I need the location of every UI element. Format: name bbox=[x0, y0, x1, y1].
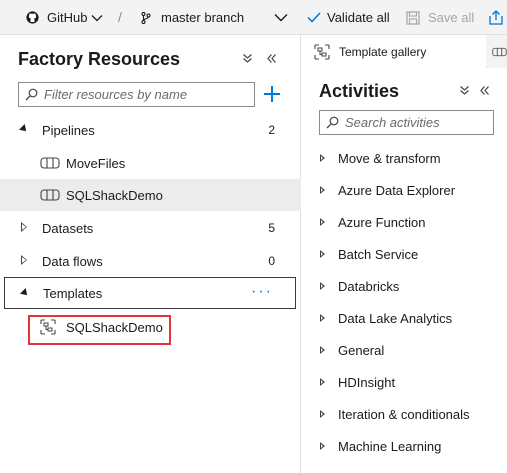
branch-dropdown[interactable] bbox=[274, 0, 288, 35]
tab-label: Template gallery bbox=[339, 44, 427, 59]
group-count: 0 bbox=[268, 254, 275, 268]
pipeline-label: MoveFiles bbox=[66, 155, 126, 171]
top-toolbar: GitHub / master branch Validate all Save… bbox=[0, 0, 507, 35]
caret-right-icon bbox=[320, 218, 325, 226]
toolbar-separator: / bbox=[118, 9, 122, 25]
caret-right-icon bbox=[21, 255, 28, 265]
double-chevron-down-icon[interactable] bbox=[459, 85, 470, 96]
pipeline-icon bbox=[40, 189, 60, 201]
activity-category-label: Azure Function bbox=[338, 214, 426, 230]
search-icon bbox=[326, 116, 339, 129]
caret-down-icon bbox=[19, 124, 29, 134]
caret-right-icon bbox=[320, 346, 325, 354]
activity-category[interactable]: Databricks bbox=[320, 276, 399, 296]
validate-all-label: Validate all bbox=[327, 10, 390, 25]
activity-category[interactable]: Azure Function bbox=[320, 212, 425, 232]
caret-right-icon bbox=[320, 186, 325, 194]
double-chevron-left-icon[interactable] bbox=[266, 53, 277, 64]
activity-category[interactable]: Batch Service bbox=[320, 244, 418, 264]
caret-right-icon bbox=[320, 378, 325, 386]
pipeline-label: SQLShackDemo bbox=[66, 187, 163, 203]
caret-right-icon bbox=[320, 250, 325, 258]
group-count: 2 bbox=[268, 123, 275, 137]
repo-label: GitHub bbox=[47, 10, 88, 25]
chevron-down-icon bbox=[274, 14, 288, 22]
caret-right-icon bbox=[320, 442, 325, 450]
activity-category[interactable]: HDInsight bbox=[320, 372, 395, 392]
template-gallery-icon bbox=[314, 43, 330, 60]
caret-right-icon bbox=[320, 314, 325, 322]
repo-dropdown[interactable]: GitHub bbox=[26, 0, 103, 35]
pipeline-item-sqlshackdemo[interactable]: SQLShackDemo bbox=[0, 179, 301, 211]
branch-label: master branch bbox=[161, 10, 245, 25]
activity-category-label: Data Lake Analytics bbox=[338, 310, 453, 326]
editor-tabs: Template gallery bbox=[302, 35, 507, 68]
activity-category[interactable]: Machine Learning bbox=[320, 436, 441, 456]
publish-button[interactable] bbox=[489, 0, 503, 35]
template-icon bbox=[40, 319, 56, 335]
activity-category-label: Move & transform bbox=[338, 150, 441, 166]
activity-category[interactable]: Azure Data Explorer bbox=[320, 180, 455, 200]
save-all-button[interactable]: Save all bbox=[406, 0, 474, 35]
caret-right-icon bbox=[320, 282, 325, 290]
caret-right-icon bbox=[21, 222, 28, 232]
activity-category-label: Iteration & conditionals bbox=[338, 406, 470, 422]
branch-label-item: master branch bbox=[141, 0, 244, 35]
pipeline-icon bbox=[40, 157, 60, 169]
branch-icon bbox=[141, 11, 151, 24]
activity-category[interactable]: Move & transform bbox=[320, 148, 441, 168]
save-all-label: Save all bbox=[428, 10, 475, 25]
checkmark-icon bbox=[307, 12, 321, 23]
group-templates[interactable]: Templates ··· bbox=[4, 277, 296, 309]
filter-resources-placeholder: Filter resources by name bbox=[44, 87, 188, 102]
search-activities-input[interactable]: Search activities bbox=[319, 110, 494, 135]
activity-category-label: HDInsight bbox=[338, 374, 396, 390]
tab-template-gallery[interactable]: Template gallery bbox=[302, 35, 486, 68]
activities-pane: Activities Search activities Move & tran… bbox=[302, 68, 507, 473]
factory-resources-title: Factory Resources bbox=[18, 49, 181, 69]
pipeline-icon bbox=[492, 47, 507, 56]
caret-down-icon bbox=[20, 288, 30, 298]
pipeline-item-movefiles[interactable]: MoveFiles bbox=[0, 147, 301, 179]
activity-category-label: Machine Learning bbox=[338, 438, 442, 454]
chevron-down-icon bbox=[92, 14, 103, 21]
activity-category-label: Azure Data Explorer bbox=[338, 182, 456, 198]
activity-category-label: General bbox=[338, 342, 385, 358]
caret-right-icon bbox=[320, 154, 325, 162]
activity-category-label: Databricks bbox=[338, 278, 400, 294]
plus-icon[interactable] bbox=[262, 84, 282, 104]
save-icon bbox=[406, 10, 420, 25]
more-options-icon[interactable]: ··· bbox=[251, 283, 273, 301]
group-label: Data flows bbox=[42, 253, 103, 269]
activities-title: Activities bbox=[319, 81, 400, 101]
group-pipelines[interactable]: Pipelines 2 bbox=[0, 114, 301, 146]
caret-right-icon bbox=[320, 410, 325, 418]
tab-pipeline-partial[interactable] bbox=[488, 35, 507, 68]
factory-resources-pane: Factory Resources Filter resources by na… bbox=[0, 35, 301, 473]
filter-resources-input[interactable]: Filter resources by name bbox=[18, 82, 255, 107]
activity-category[interactable]: General bbox=[320, 340, 384, 360]
github-icon bbox=[26, 11, 39, 24]
group-datasets[interactable]: Datasets 5 bbox=[0, 212, 301, 244]
group-count: 5 bbox=[268, 221, 275, 235]
search-icon bbox=[25, 88, 38, 101]
template-item-sqlshackdemo[interactable]: SQLShackDemo bbox=[66, 320, 163, 335]
publish-icon bbox=[489, 10, 503, 25]
activity-category[interactable]: Iteration & conditionals bbox=[320, 404, 470, 424]
double-chevron-down-icon[interactable] bbox=[242, 53, 253, 64]
group-data-flows[interactable]: Data flows 0 bbox=[0, 245, 301, 277]
activity-category-label: Batch Service bbox=[338, 246, 419, 262]
group-label: Templates bbox=[43, 285, 103, 301]
group-label: Pipelines bbox=[42, 122, 95, 138]
validate-all-button[interactable]: Validate all bbox=[307, 0, 390, 35]
group-label: Datasets bbox=[42, 220, 94, 236]
search-activities-placeholder: Search activities bbox=[345, 115, 440, 130]
activity-category[interactable]: Data Lake Analytics bbox=[320, 308, 452, 328]
double-chevron-left-icon[interactable] bbox=[479, 85, 490, 96]
